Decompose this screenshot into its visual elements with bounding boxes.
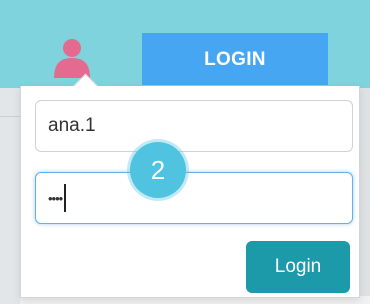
login-button[interactable]: Login bbox=[246, 241, 350, 293]
password-value: •••• bbox=[48, 190, 63, 206]
user-icon[interactable] bbox=[52, 36, 92, 78]
step-badge: 2 bbox=[130, 142, 186, 198]
background-divider bbox=[0, 116, 20, 117]
username-value: ana.1 bbox=[48, 115, 96, 136]
username-field[interactable]: ana.1 bbox=[35, 100, 353, 152]
text-caret bbox=[64, 184, 66, 212]
login-tab[interactable]: LOGIN bbox=[142, 33, 328, 85]
background-right bbox=[360, 88, 370, 304]
background-left bbox=[0, 88, 20, 304]
password-field[interactable]: •••• bbox=[35, 172, 353, 224]
